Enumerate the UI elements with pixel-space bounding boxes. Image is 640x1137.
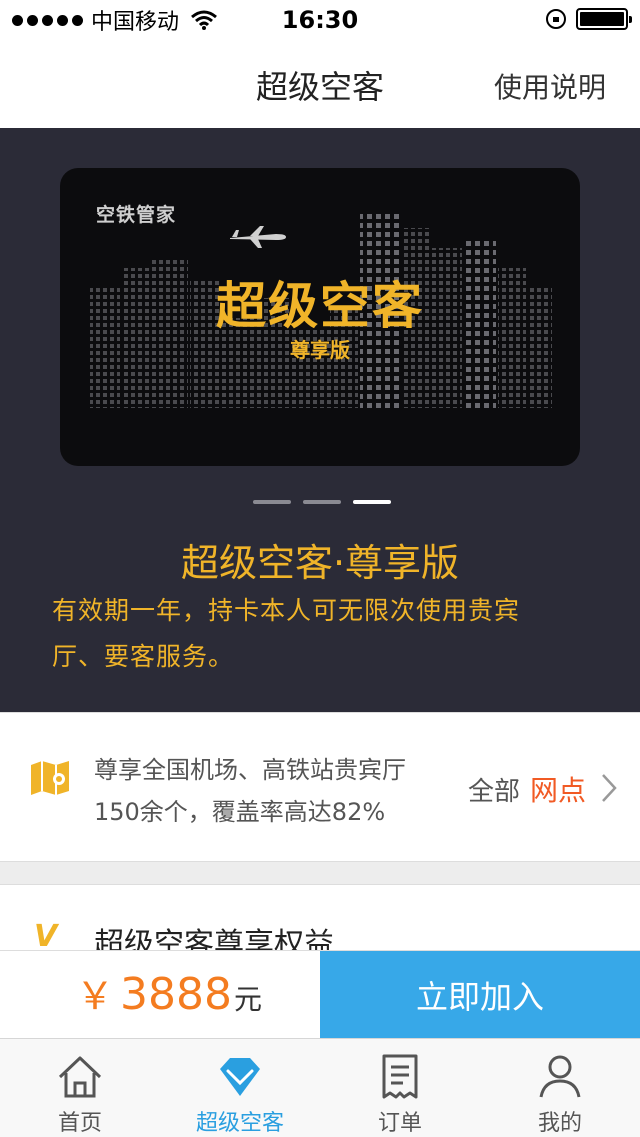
tab-bar: 首页 超级空客 订单 我的 <box>0 1038 640 1137</box>
tab-mine[interactable]: 我的 <box>480 1039 640 1137</box>
battery-icon <box>576 8 632 30</box>
tab-home[interactable]: 首页 <box>0 1039 160 1137</box>
status-right <box>546 8 632 30</box>
clock: 16:30 <box>281 6 359 34</box>
venues-line: 150余个，覆盖率高达82% <box>94 798 386 826</box>
all-label: 全部 <box>468 777 521 807</box>
venues-row[interactable]: 尊享全国机场、高铁站贵宾厅 150余个，覆盖率高达82% 全部 网点 <box>0 712 640 862</box>
pager-dot[interactable] <box>303 500 341 504</box>
pager-dot[interactable] <box>253 500 291 504</box>
benefits-title: 超级空客尊享权益 <box>94 927 334 953</box>
map-icon <box>31 761 69 795</box>
tab-label: 首页 <box>57 1111 102 1136</box>
tab-label: 超级空客 <box>195 1111 284 1136</box>
tab-super-airbus[interactable]: 超级空客 <box>160 1039 320 1137</box>
carousel-pager[interactable] <box>253 500 391 504</box>
home-icon <box>58 1056 102 1098</box>
membership-card-banner[interactable]: 空铁管家 超级空客 尊享版 <box>60 168 580 466</box>
orientation-lock-icon <box>546 9 566 29</box>
tab-orders[interactable]: 订单 <box>320 1039 480 1137</box>
product-title: 超级空客·尊享版 <box>180 541 460 585</box>
receipt-icon <box>382 1054 418 1099</box>
venues-line: 尊享全国机场、高铁站贵宾厅 <box>94 756 406 784</box>
nav-bar: 超级空客 使用说明 <box>0 40 640 128</box>
purchase-bar: ￥ 3888 元 立即加入 <box>0 950 640 1039</box>
venues-description: 尊享全国机场、高铁站贵宾厅 150余个，覆盖率高达82% <box>94 749 406 833</box>
brand-logo-text: 空铁管家 <box>96 204 177 226</box>
airplane-icon <box>230 226 286 248</box>
description-line: 有效期一年，持卡本人可无限次使用贵宾 <box>52 596 521 625</box>
price: ￥ 3888 元 <box>76 965 262 1020</box>
card-title: 超级空客 <box>216 277 424 335</box>
price-amount: 3888 <box>120 969 232 1020</box>
description-line: 厅、要客服务。 <box>52 642 235 671</box>
hero-section: 空铁管家 超级空客 尊享版 超级空客·尊享版 有效期一年，持卡本人可无限次使用贵… <box>0 128 640 712</box>
price-unit: 元 <box>234 983 263 1016</box>
diamond-icon <box>220 1058 260 1096</box>
help-link[interactable]: 使用说明 <box>494 66 606 106</box>
card-subtitle: 尊享版 <box>290 338 350 362</box>
status-bar: 中国移动 16:30 <box>0 0 640 40</box>
user-icon <box>539 1055 581 1098</box>
currency-symbol: ￥ <box>76 974 115 1018</box>
tab-label: 我的 <box>537 1111 582 1136</box>
join-button[interactable]: 立即加入 <box>320 951 640 1039</box>
product-description: 有效期一年，持卡本人可无限次使用贵宾 厅、要客服务。 <box>52 588 604 680</box>
outlets-link[interactable]: 网点 <box>530 769 586 809</box>
benefits-section: V 超级空客尊享权益 <box>0 884 640 953</box>
pager-dot-active[interactable] <box>353 500 391 504</box>
chevron-right-icon <box>602 774 617 802</box>
tab-label: 订单 <box>377 1111 422 1136</box>
vip-icon: V <box>34 919 58 953</box>
